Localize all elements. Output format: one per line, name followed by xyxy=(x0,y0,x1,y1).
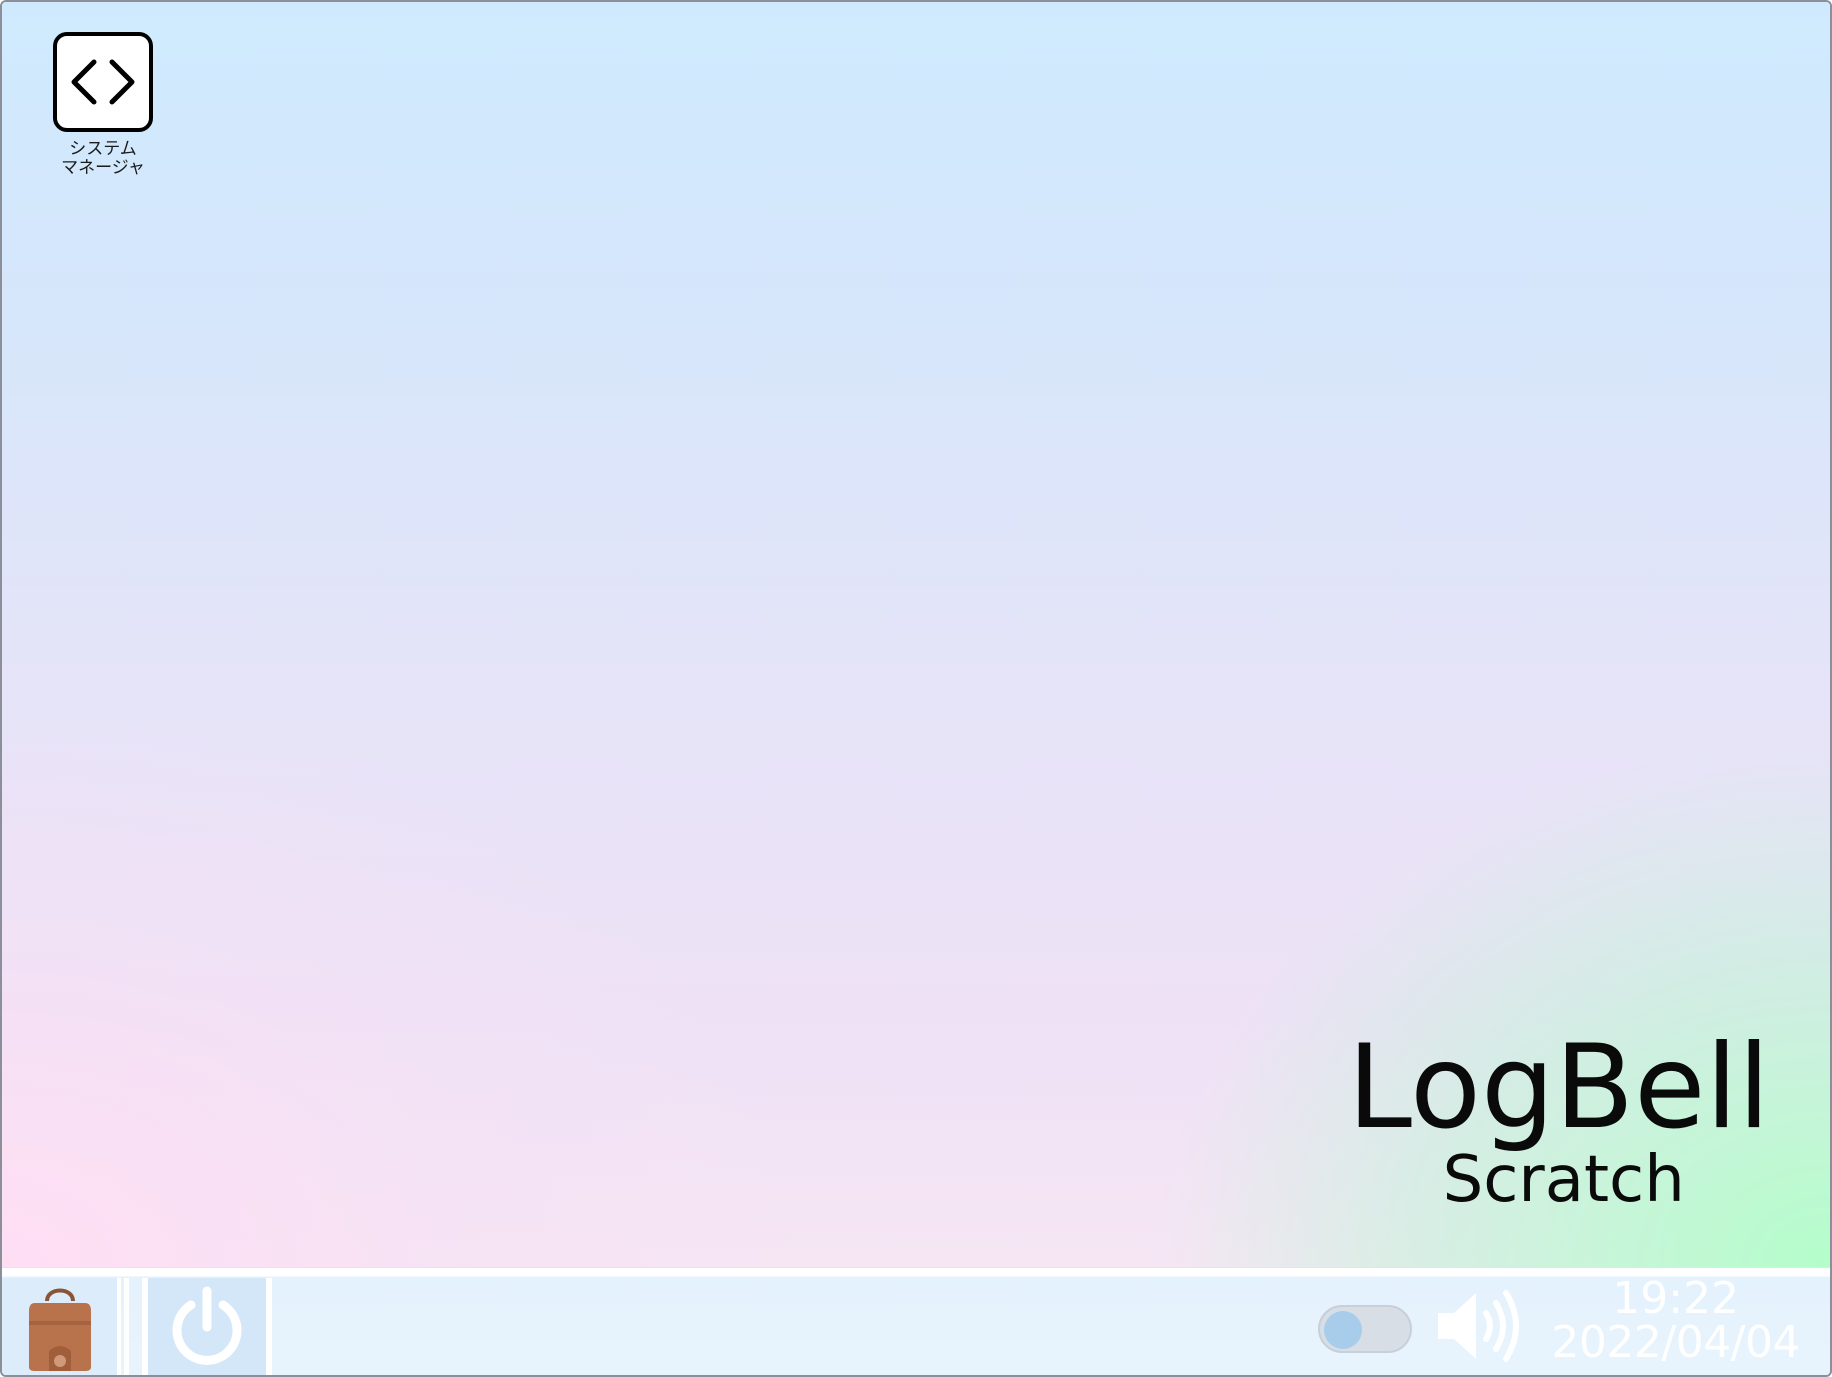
brand-watermark: LogBell Scratch xyxy=(1347,1020,1770,1217)
toggle-switch[interactable] xyxy=(1318,1305,1412,1353)
brand-subtitle: Scratch xyxy=(1442,1143,1685,1217)
bag-icon xyxy=(28,1288,91,1371)
volume-button[interactable] xyxy=(1434,1285,1526,1367)
speaker-icon xyxy=(1438,1290,1519,1362)
screen: システム マネージャ LogBell Scratch 19:22 2022/04… xyxy=(0,0,1832,1377)
power-icon xyxy=(172,1286,242,1365)
brand-name: LogBell xyxy=(1347,1020,1770,1155)
desktop-icon-label: システム マネージャ xyxy=(48,140,158,178)
desktop-icon-label-line2: マネージャ xyxy=(61,158,145,178)
clock-date: 2022/04/04 xyxy=(1551,1317,1800,1368)
toggle-knob xyxy=(1324,1311,1362,1349)
clock[interactable]: 19:22 2022/04/04 xyxy=(1551,1273,1800,1368)
app-menu-button[interactable] xyxy=(2,1278,121,1375)
code-brackets-icon xyxy=(53,32,153,132)
power-button[interactable] xyxy=(142,1278,272,1375)
desktop[interactable]: システム マネージャ LogBell Scratch xyxy=(2,2,1830,1267)
clock-time: 19:22 xyxy=(1612,1273,1740,1324)
taskbar-divider xyxy=(124,1278,129,1375)
desktop-icon-label-line1: システム xyxy=(69,139,137,159)
desktop-icon-system-manager[interactable]: システム マネージャ xyxy=(48,32,158,178)
